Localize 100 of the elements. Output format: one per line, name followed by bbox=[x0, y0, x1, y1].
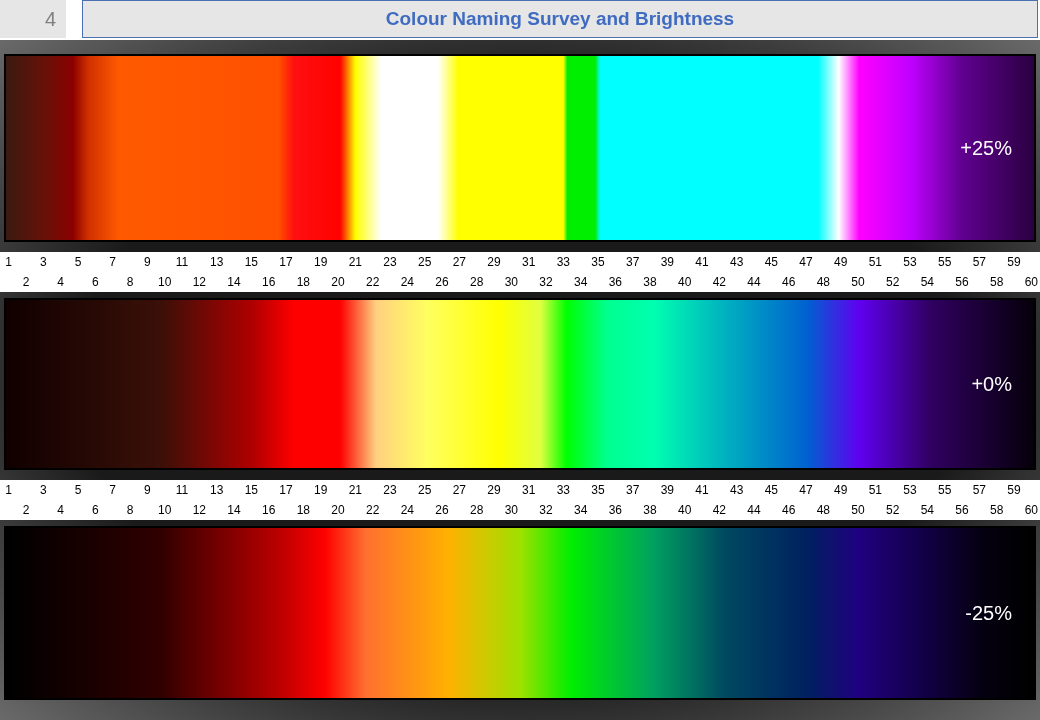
scale-number: 22 bbox=[365, 274, 381, 291]
scale-number: 51 bbox=[867, 254, 883, 271]
scale-number: 18 bbox=[295, 502, 311, 519]
scale-number: 17 bbox=[278, 482, 294, 499]
scale-number: 35 bbox=[590, 482, 606, 499]
scale-number: 46 bbox=[781, 274, 797, 291]
scale-number: 30 bbox=[503, 502, 519, 519]
scale-number: 48 bbox=[815, 274, 831, 291]
scale-number: 25 bbox=[417, 482, 433, 499]
scale-number: 36 bbox=[607, 274, 623, 291]
scale-number: 5 bbox=[73, 254, 83, 271]
scale-number: 29 bbox=[486, 254, 502, 271]
scale-number: 34 bbox=[573, 274, 589, 291]
scale-number: 39 bbox=[659, 482, 675, 499]
scale-number: 15 bbox=[243, 254, 259, 271]
scale-number: 24 bbox=[399, 502, 415, 519]
scale-number: 52 bbox=[885, 502, 901, 519]
scale-number: 56 bbox=[954, 274, 970, 291]
scale-number: 18 bbox=[295, 274, 311, 291]
scale-number: 16 bbox=[261, 502, 277, 519]
scale-number: 32 bbox=[538, 274, 554, 291]
scale-number: 5 bbox=[73, 482, 83, 499]
scale-number: 48 bbox=[815, 502, 831, 519]
scale-number: 40 bbox=[677, 502, 693, 519]
scale-number: 3 bbox=[39, 254, 48, 271]
scale-number: 55 bbox=[937, 482, 953, 499]
scale-number: 9 bbox=[143, 482, 152, 499]
scale-number: 57 bbox=[971, 254, 987, 271]
scale-number: 6 bbox=[91, 274, 100, 291]
scale-number: 33 bbox=[555, 482, 571, 499]
scale-number: 7 bbox=[108, 254, 117, 271]
scale-number: 19 bbox=[313, 482, 329, 499]
scale-number: 2 bbox=[21, 274, 31, 291]
page-number: 4 bbox=[0, 0, 66, 38]
scale-number: 40 bbox=[677, 274, 693, 291]
scale-number: 51 bbox=[867, 482, 883, 499]
scale-number: 44 bbox=[746, 502, 762, 519]
scale-number: 37 bbox=[625, 254, 641, 271]
scale-number: 9 bbox=[143, 254, 152, 271]
scale-number: 11 bbox=[174, 254, 190, 271]
scale-number: 43 bbox=[729, 482, 745, 499]
scale-number: 13 bbox=[209, 254, 225, 271]
scale-number: 52 bbox=[885, 274, 901, 291]
scale-number: 19 bbox=[313, 254, 329, 271]
scale-number: 20 bbox=[330, 274, 346, 291]
scale-number: 60 bbox=[1023, 274, 1039, 291]
scale-number: 50 bbox=[850, 502, 866, 519]
scale-number: 26 bbox=[434, 502, 450, 519]
scale-number: 39 bbox=[659, 254, 675, 271]
scale-number: 49 bbox=[833, 482, 849, 499]
scale-number: 43 bbox=[729, 254, 745, 271]
scale-number: 34 bbox=[573, 502, 589, 519]
scale-number: 28 bbox=[469, 274, 485, 291]
scale-number: 32 bbox=[538, 502, 554, 519]
brightness-label: -25% bbox=[965, 601, 1012, 626]
scale-number: 46 bbox=[781, 502, 797, 519]
scale-number: 14 bbox=[226, 274, 242, 291]
brightness-label: +25% bbox=[960, 136, 1012, 161]
scale-number: 17 bbox=[278, 254, 294, 271]
slide-title: Colour Naming Survey and Brightness bbox=[82, 0, 1038, 38]
scale-number: 14 bbox=[226, 502, 242, 519]
scale-number: 7 bbox=[108, 482, 117, 499]
scale-number: 38 bbox=[642, 274, 658, 291]
scale-number: 22 bbox=[365, 502, 381, 519]
scale-number: 28 bbox=[469, 502, 485, 519]
scale-number: 54 bbox=[919, 274, 935, 291]
scale-number: 45 bbox=[763, 254, 779, 271]
scale-number: 8 bbox=[125, 274, 135, 291]
scale-number: 37 bbox=[625, 482, 641, 499]
scale-number: 30 bbox=[503, 274, 519, 291]
scale-number: 8 bbox=[125, 502, 135, 519]
scale-number: 1 bbox=[4, 482, 13, 499]
scale-number: 23 bbox=[382, 482, 398, 499]
scale-number: 1 bbox=[4, 254, 13, 271]
scale-number: 53 bbox=[902, 482, 918, 499]
scale-number: 44 bbox=[746, 274, 762, 291]
scale-number: 59 bbox=[1006, 482, 1022, 499]
scale-number: 41 bbox=[694, 254, 710, 271]
scale-number: 50 bbox=[850, 274, 866, 291]
scale-number: 11 bbox=[174, 482, 190, 499]
scale-number: 31 bbox=[521, 482, 537, 499]
scale-number: 27 bbox=[451, 254, 467, 271]
scale-number: 36 bbox=[607, 502, 623, 519]
scale-number: 13 bbox=[209, 482, 225, 499]
scale-number: 26 bbox=[434, 274, 450, 291]
scale-number: 55 bbox=[937, 254, 953, 271]
scale-number: 53 bbox=[902, 254, 918, 271]
brightness-label: +0% bbox=[971, 372, 1012, 397]
scale-number: 47 bbox=[798, 254, 814, 271]
scale-number: 42 bbox=[711, 274, 727, 291]
scale-number: 33 bbox=[555, 254, 571, 271]
scale-number: 2 bbox=[21, 502, 31, 519]
scale-number: 24 bbox=[399, 274, 415, 291]
scale-number: 20 bbox=[330, 502, 346, 519]
scale-number: 3 bbox=[39, 482, 48, 499]
scale-number: 35 bbox=[590, 254, 606, 271]
scale-number: 25 bbox=[417, 254, 433, 271]
scale-number: 21 bbox=[347, 482, 363, 499]
scale-number: 38 bbox=[642, 502, 658, 519]
scale-number: 12 bbox=[191, 502, 207, 519]
